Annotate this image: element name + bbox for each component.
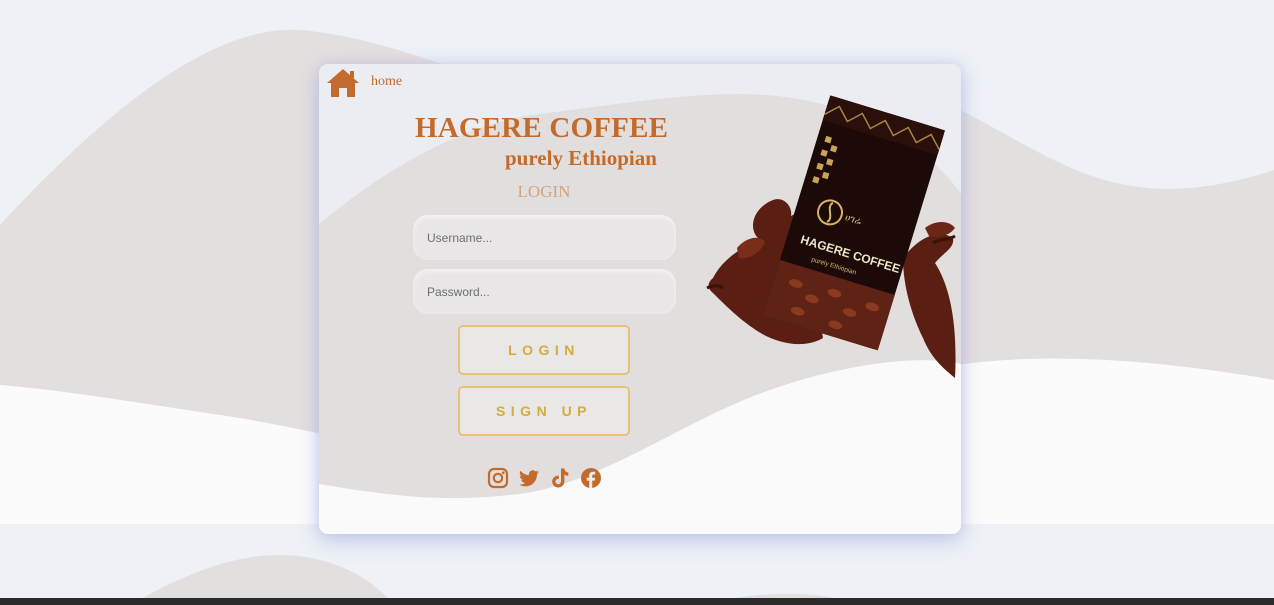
tiktok-link[interactable] (549, 467, 571, 489)
signup-button[interactable]: SIGN UP (458, 386, 630, 436)
tiktok-icon (552, 468, 569, 488)
social-links (487, 467, 602, 489)
facebook-link[interactable] (580, 467, 602, 489)
instagram-link[interactable] (487, 467, 509, 489)
brand-title: HAGERE COFFEE (415, 112, 669, 144)
username-input[interactable] (413, 215, 676, 260)
login-heading: LOGIN (517, 182, 571, 201)
twitter-link[interactable] (518, 467, 540, 489)
login-card: home HAGERE COFFEE purely Ethiopian LOGI… (319, 64, 961, 534)
os-taskbar (0, 598, 1274, 605)
facebook-icon (581, 468, 601, 488)
home-icon (327, 69, 359, 97)
password-input[interactable] (413, 269, 676, 314)
twitter-icon (519, 470, 539, 487)
coffee-bag-image: ሀገሬ HAGERE COFFEE purely Ethiopian (706, 95, 956, 378)
brand-tagline: purely Ethiopian (505, 146, 657, 170)
home-label: home (371, 74, 403, 89)
login-button[interactable]: LOGIN (458, 325, 630, 375)
home-link[interactable]: home (326, 67, 402, 99)
instagram-icon (487, 467, 509, 489)
